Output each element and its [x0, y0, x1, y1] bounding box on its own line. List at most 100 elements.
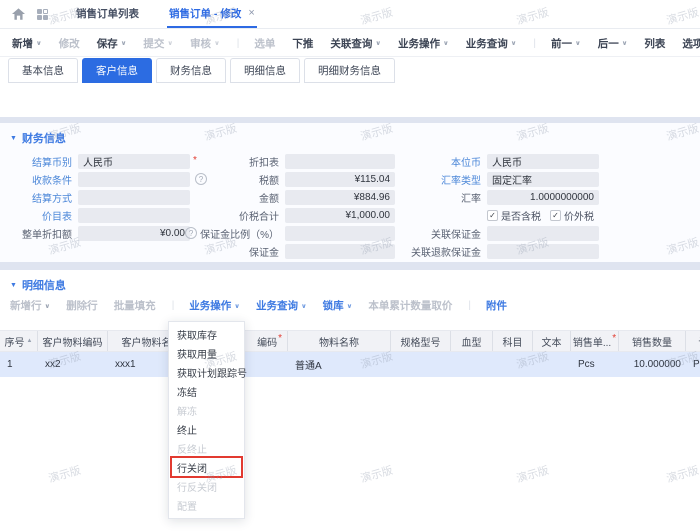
base-currency-label[interactable]: 本位币: [398, 154, 487, 169]
collapse-triangle-icon[interactable]: ▼: [10, 135, 17, 142]
column-header-subject[interactable]: 科目: [493, 331, 533, 351]
discount-table-input[interactable]: [285, 154, 395, 169]
menu-item-label: 获取用量: [177, 346, 217, 361]
deposit-ratio-label: 保证金比例（%）: [200, 226, 279, 241]
related-refund-deposit-label: 关联退款保证金: [398, 244, 487, 259]
tab-customer-info[interactable]: 客户信息: [82, 58, 152, 83]
close-icon[interactable]: ×: [248, 7, 254, 19]
tab-basic-info[interactable]: 基本信息: [8, 58, 78, 83]
payment-terms-label[interactable]: 收款条件: [0, 172, 78, 187]
button-label: 下推: [292, 36, 313, 51]
toolbar-button-save[interactable]: 保存∨: [97, 36, 127, 51]
cell-subject[interactable]: [493, 352, 533, 377]
toolbar-button-options[interactable]: 选项∨: [682, 36, 700, 51]
detail-toolbar-button-attachment[interactable]: 附件: [486, 298, 507, 313]
checkbox-checked-icon[interactable]: ✓: [487, 210, 498, 221]
related-deposit-input[interactable]: [487, 226, 599, 241]
column-header-label: 序号: [5, 334, 25, 349]
grid-selected-row[interactable]: 1xx2xxx1普通APcs10.000000Pcs: [0, 352, 700, 377]
settle-method-label[interactable]: 结算方式: [0, 190, 78, 205]
rate-input[interactable]: 1.0000000000: [487, 190, 599, 205]
toolbar-button-push-down[interactable]: 下推: [292, 36, 313, 51]
menu-item-terminate[interactable]: 终止: [169, 420, 244, 439]
button-label: 批量填充: [114, 298, 156, 313]
cell-spec-model[interactable]: [391, 352, 451, 377]
tab-sales-order-edit[interactable]: 销售订单 - 修改×: [167, 0, 257, 28]
cell-material-name[interactable]: 普通A: [288, 352, 391, 377]
detail-toolbar-button-lock-stock[interactable]: 锁库∨: [323, 298, 353, 313]
cell-blood-type[interactable]: [451, 352, 493, 377]
related-refund-deposit-input[interactable]: [487, 244, 599, 259]
menu-item-unterminate: 反终止: [169, 439, 244, 458]
detail-toolbar-button-business-query[interactable]: 业务查询∨: [256, 298, 307, 313]
settle-currency-label[interactable]: 结算币别: [0, 154, 78, 169]
price-list-input[interactable]: [78, 208, 190, 223]
price-list-label[interactable]: 价目表: [0, 208, 78, 223]
menu-item-get-usage[interactable]: 获取用量: [169, 344, 244, 363]
menu-item-get-inventory[interactable]: 获取库存: [169, 325, 244, 344]
toolbar-button-modify: 修改: [59, 36, 80, 51]
column-header-blood-type[interactable]: 血型: [451, 331, 493, 351]
rate-type-input[interactable]: 固定汇率: [487, 172, 599, 187]
deposit-input[interactable]: [285, 244, 395, 259]
collapse-triangle-icon[interactable]: ▼: [10, 282, 17, 289]
settle-method-input[interactable]: [78, 190, 190, 205]
cell-seq[interactable]: 1: [0, 352, 38, 377]
column-header-unit[interactable]: 计...: [686, 331, 700, 351]
extra-tax-checkbox[interactable]: ✓ 价外税: [550, 208, 603, 223]
deposit-ratio-input[interactable]: [285, 226, 395, 241]
amount-input[interactable]: ¥884.96: [285, 190, 395, 205]
toolbar-button-new[interactable]: 新增∨: [12, 36, 42, 51]
column-header-text[interactable]: 文本: [533, 331, 571, 351]
tax-included-checkbox[interactable]: ✓ 是否含税: [487, 208, 550, 223]
column-header-sales-qty[interactable]: 销售数量: [619, 331, 686, 351]
menu-item-row-close[interactable]: 行关闭: [169, 458, 244, 477]
rate-type-label[interactable]: 汇率类型: [398, 172, 487, 187]
cell-sales-unit[interactable]: Pcs: [571, 352, 619, 377]
detail-section-header[interactable]: ▼ 明细信息: [10, 277, 66, 293]
tab-finance-info[interactable]: 财务信息: [156, 58, 226, 83]
tax-amount-label: 税额: [189, 172, 285, 187]
tax-amount-input[interactable]: ¥115.04: [285, 172, 395, 187]
order-discount-input[interactable]: ¥0.00: [78, 226, 190, 241]
cell-cust-material-code[interactable]: xx2: [38, 352, 108, 377]
field-tax-amount: 税额 ¥115.04: [189, 170, 395, 188]
cell-text[interactable]: [533, 352, 571, 377]
detail-toolbar-button-business-ops[interactable]: 业务操作∨: [189, 298, 240, 313]
menu-item-label: 解冻: [177, 403, 197, 418]
finance-section-header[interactable]: ▼ 财务信息: [10, 130, 66, 146]
toolbar-button-list[interactable]: 列表: [644, 36, 665, 51]
menu-item-get-plan-tracking-no[interactable]: 获取计划跟踪号: [169, 363, 244, 382]
column-header-label: 销售数量: [632, 334, 672, 349]
column-header-seq[interactable]: 序号▲: [0, 331, 38, 351]
column-header-cust-material-code[interactable]: 客户物料编码: [38, 331, 108, 351]
column-header-spec-model[interactable]: 规格型号: [391, 331, 451, 351]
apps-menu-icon[interactable]: [37, 9, 48, 20]
toolbar-button-audit: 审核∨: [190, 36, 220, 51]
menu-item-freeze[interactable]: 冻结: [169, 382, 244, 401]
toolbar-button-related-query[interactable]: 关联查询∨: [330, 36, 381, 51]
tab-detail-info[interactable]: 明细信息: [230, 58, 300, 83]
toolbar-button-next[interactable]: 后一∨: [598, 36, 628, 51]
button-label: 新增行: [10, 298, 42, 313]
help-icon[interactable]: ?: [185, 227, 197, 239]
total-with-tax-input[interactable]: ¥1,000.00: [285, 208, 395, 223]
column-header-sales-unit[interactable]: 销售单...*: [571, 331, 619, 351]
base-currency-input[interactable]: 人民币: [487, 154, 599, 169]
tab-sales-order-list[interactable]: 销售订单列表: [74, 0, 141, 28]
toolbar-button-business-ops[interactable]: 业务操作∨: [398, 36, 449, 51]
toolbar-button-prev[interactable]: 前一∨: [551, 36, 581, 51]
payment-terms-input[interactable]: [78, 172, 190, 187]
chevron-down-icon: ∨: [443, 39, 449, 46]
tab-detail-finance-info[interactable]: 明细财务信息: [304, 58, 395, 83]
column-header-material-name[interactable]: 物料名称: [288, 331, 391, 351]
cell-sales-qty[interactable]: 10.000000: [619, 352, 686, 377]
cell-unit[interactable]: Pcs: [686, 352, 700, 377]
settle-currency-input[interactable]: 人民币: [78, 154, 190, 169]
checkbox-checked-icon[interactable]: ✓: [550, 210, 561, 221]
toolbar-button-business-query[interactable]: 业务查询∨: [466, 36, 517, 51]
button-label: 后一: [598, 36, 619, 51]
chevron-down-icon: ∨: [234, 302, 240, 309]
home-icon[interactable]: [12, 8, 25, 20]
grid-header-row: 序号▲客户物料编码客户物料名称编码*物料名称规格型号血型科目文本销售单...*销…: [0, 330, 700, 352]
